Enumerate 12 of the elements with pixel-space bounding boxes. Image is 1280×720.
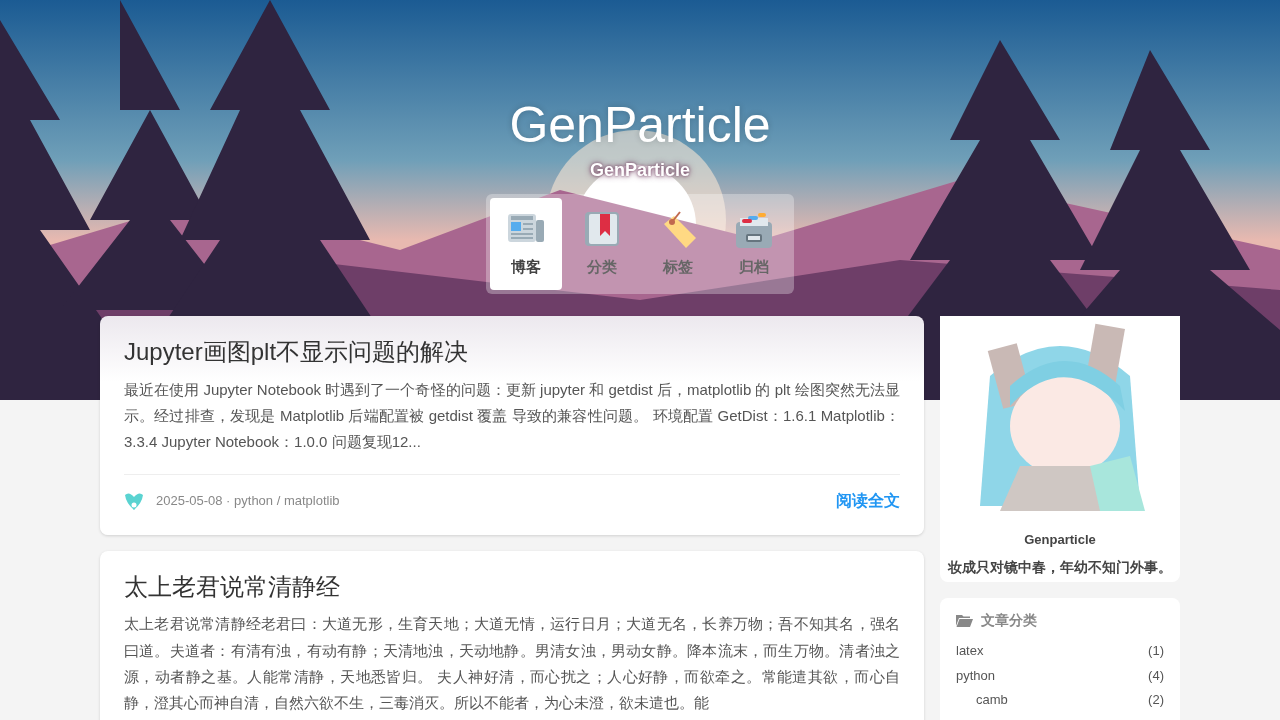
post-meta-info: 2025-05-08 · python / matplotlib — [156, 491, 340, 510]
logo-icon — [124, 490, 144, 511]
post-excerpt: 太上老君说常清静经老君曰：大道无形，生育天地；大道无情，运行日月；大道无名，长养万物；吾不知其名，强名曰道。夫道者：有清有浊，有动有静；天清地浊，天动地静。男清女浊，男动女静。降本流末，而生万物。清者浊之源，动者静之基。人能常清静，天地悉皆归。 夫人神好清，而心扰之；人心好静，而欲牵之。常能遣其欲，而心自静，澄其心而神自清，自然六欲不生，三毒消灭。所以不能者，为心未澄，欲未遣也。能 — [124, 614, 900, 714]
post-excerpt: 最近在使用 Jupyter Notebook 时遇到了一个奇怪的问题：更新 jupyter 和 getdist 后，matplotlib 的 plt 绘图突然无法显示。经过排查，发现是 Matplotlib 后端配置被 getdist 覆盖 导致的兼容性问题。 环境配置 GetDist：1.6.1 Matplotlib：3.3.4 Jupyter Notebook：1.0.0 问题复现12... — [124, 379, 900, 453]
category-item[interactable]: python (4) — [956, 663, 1164, 689]
post-title[interactable]: 太上老君说常清静经 — [124, 572, 900, 602]
category-heading: 文章分类 — [981, 610, 1037, 630]
profile-name: Genparticle — [1023, 531, 1097, 549]
profile-motto: 妆成只对镜中春，年幼不知门外事。 — [946, 558, 1173, 577]
category-item[interactable]: camb (2) — [956, 688, 1164, 714]
folder-icon — [956, 613, 973, 627]
category-item[interactable]: latex (1) — [956, 638, 1164, 664]
